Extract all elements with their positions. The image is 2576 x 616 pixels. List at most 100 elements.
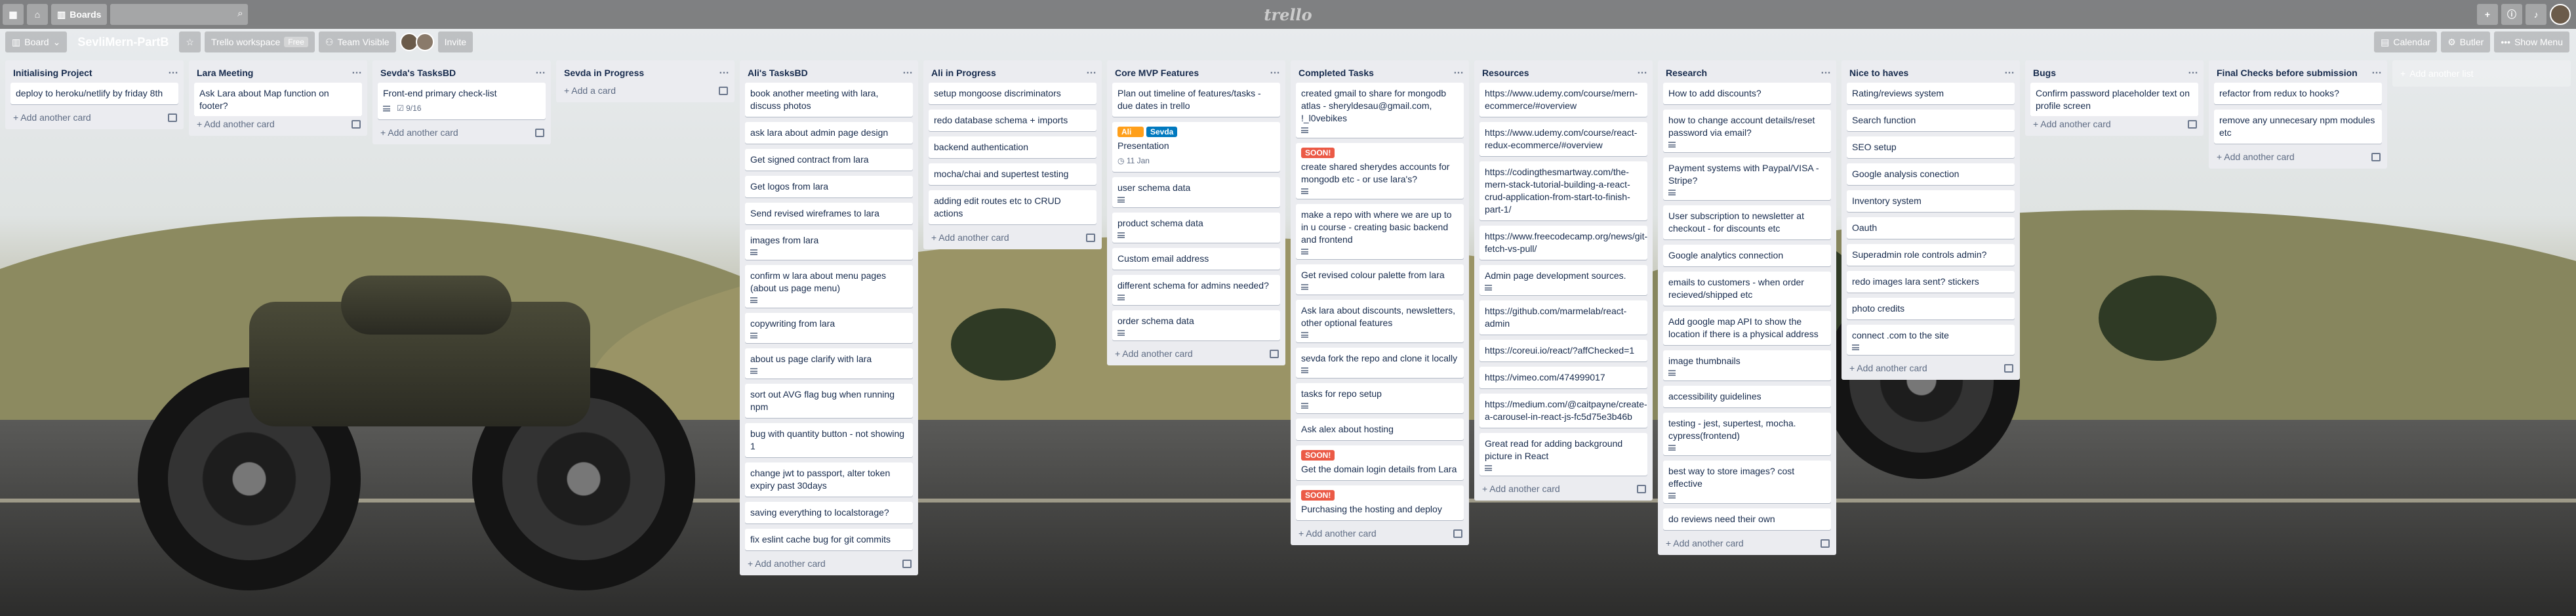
template-icon[interactable] xyxy=(1821,539,1830,548)
list-header[interactable]: Initialising Project … xyxy=(5,60,184,83)
card[interactable]: fix eslint cache bug for git commits xyxy=(745,529,913,550)
template-icon[interactable] xyxy=(535,128,544,137)
add-card-button[interactable]: + Add another card xyxy=(1115,348,1193,359)
list-title[interactable]: Core MVP Features xyxy=(1115,67,1199,79)
card[interactable]: connect .com to the site xyxy=(1847,325,2015,355)
card[interactable]: redo database schema + imports xyxy=(929,110,1097,131)
list-title[interactable]: Initialising Project xyxy=(13,67,92,79)
card[interactable]: how to change account details/reset pass… xyxy=(1663,110,1831,152)
boards-button[interactable]: ▥ Boards xyxy=(51,4,108,25)
card[interactable]: make a repo with where we are up to in u… xyxy=(1296,204,1464,259)
card[interactable]: Confirm password placeholder text on pro… xyxy=(2030,83,2198,116)
card-label[interactable]: SOON! xyxy=(1301,490,1335,501)
list-title[interactable]: Completed Tasks xyxy=(1298,67,1374,79)
more-icon[interactable]: … xyxy=(535,66,546,76)
list-title[interactable]: Bugs xyxy=(2033,67,2056,79)
card[interactable]: different schema for admins needed? xyxy=(1112,275,1280,305)
template-icon[interactable] xyxy=(2188,119,2197,129)
list-title[interactable]: Nice to haves xyxy=(1849,67,1908,79)
card[interactable]: Admin page development sources. xyxy=(1479,265,1647,295)
card[interactable]: refactor from redux to hooks? xyxy=(2214,83,2382,104)
card[interactable]: Rating/reviews system xyxy=(1847,83,2015,104)
list-title[interactable]: Research xyxy=(1666,67,1707,79)
card[interactable]: change jwt to passport, alter token expi… xyxy=(745,462,913,497)
card[interactable]: backend authentication xyxy=(929,136,1097,158)
card[interactable]: best way to store images? cost effective xyxy=(1663,461,1831,503)
more-icon[interactable]: … xyxy=(168,66,178,76)
add-card-button[interactable]: + Add another card xyxy=(13,112,91,123)
card[interactable]: Ali Sevda Presentation ◷ 11 Jan xyxy=(1112,122,1280,172)
list-header[interactable]: Resources… xyxy=(1474,60,1653,83)
list-header[interactable]: Research… xyxy=(1658,60,1836,83)
info-button[interactable]: ⓘ xyxy=(2501,4,2522,25)
card[interactable]: Send revised wireframes to lara xyxy=(745,203,913,224)
list-header[interactable]: Ali's TasksBD… xyxy=(740,60,918,83)
card[interactable]: Get logos from lara xyxy=(745,176,913,197)
card[interactable]: SOON! create shared sherydes accounts for… xyxy=(1296,143,1464,199)
card[interactable]: product schema data xyxy=(1112,213,1280,243)
template-icon[interactable] xyxy=(1637,484,1646,493)
card[interactable]: redo images lara sent? stickers xyxy=(1847,271,2015,293)
template-icon[interactable] xyxy=(902,559,912,568)
butler-button[interactable]: ⚙ Butler xyxy=(2441,31,2491,52)
template-icon[interactable] xyxy=(352,119,361,129)
invite-button[interactable]: Invite xyxy=(437,31,473,52)
board-view-switcher[interactable]: ▥ Board ⌄ xyxy=(5,31,68,52)
add-card-button[interactable]: + Add another card xyxy=(1849,363,1927,373)
list-title[interactable]: Sevda's TasksBD xyxy=(380,67,456,79)
more-icon[interactable]: … xyxy=(2371,66,2382,76)
card[interactable]: SOON! Purchasing the hosting and deploy xyxy=(1296,485,1464,520)
list-title[interactable]: Sevda in Progress xyxy=(564,67,644,79)
card[interactable]: photo credits xyxy=(1847,298,2015,319)
card[interactable]: https://codingthesmartway.com/the-mern-s… xyxy=(1479,161,1647,220)
board-title[interactable]: SevliMern-PartB xyxy=(71,35,175,49)
card[interactable]: Ask alex about hosting xyxy=(1296,419,1464,440)
card[interactable]: Custom email address xyxy=(1112,248,1280,270)
card[interactable]: accessibility guidelines xyxy=(1663,386,1831,407)
card[interactable]: Plan out timeline of features/tasks - du… xyxy=(1112,83,1280,117)
card[interactable]: sevda fork the repo and clone it locally xyxy=(1296,348,1464,378)
add-card-button[interactable]: + Add another card xyxy=(197,119,275,129)
card[interactable]: emails to customers - when order recieve… xyxy=(1663,272,1831,306)
card[interactable]: copywriting from lara xyxy=(745,313,913,343)
more-icon[interactable]: … xyxy=(902,66,913,76)
card[interactable]: bug with quantity button - not showing 1 xyxy=(745,423,913,457)
card[interactable]: about us page clarify with lara xyxy=(745,348,913,379)
card[interactable]: do reviews need their own xyxy=(1663,508,1831,530)
card[interactable]: saving everything to localstorage? xyxy=(745,502,913,524)
visibility-button[interactable]: ⚇ Team Visible xyxy=(318,31,396,52)
more-icon[interactable]: … xyxy=(2004,66,2015,76)
card[interactable]: https://www.udemy.com/course/mern-ecomme… xyxy=(1479,83,1647,117)
template-icon[interactable] xyxy=(1270,349,1279,358)
add-card-button[interactable]: + Add a card xyxy=(564,85,616,96)
list-header[interactable]: Ali in Progress … xyxy=(923,60,1102,83)
card[interactable]: sort out AVG flag bug when running npm xyxy=(745,384,913,418)
card[interactable]: https://github.com/marmelab/react-admin xyxy=(1479,300,1647,335)
card[interactable]: https://vimeo.com/474999017 xyxy=(1479,367,1647,388)
add-card-button[interactable]: + Add another card xyxy=(931,232,1009,243)
more-icon[interactable]: … xyxy=(2188,66,2198,76)
template-icon[interactable] xyxy=(1453,529,1462,538)
list-title[interactable]: Lara Meeting xyxy=(197,67,253,79)
card[interactable]: Get revised colour palette from lara xyxy=(1296,264,1464,295)
list-header[interactable]: Sevda's TasksBD … xyxy=(372,60,551,83)
card[interactable]: created gmail to share for mongodb atlas… xyxy=(1296,83,1464,138)
apps-button[interactable]: ▦ xyxy=(3,4,24,25)
card-label[interactable]: Sevda xyxy=(1146,127,1178,137)
card[interactable]: https://coreui.io/react/?affChecked=1 xyxy=(1479,340,1647,361)
card[interactable]: tasks for repo setup xyxy=(1296,383,1464,413)
card[interactable]: Oauth xyxy=(1847,217,2015,239)
list-header[interactable]: Lara Meeting… xyxy=(189,60,367,83)
card[interactable]: Search function xyxy=(1847,110,2015,131)
card[interactable]: https://www.freecodecamp.org/news/git-fe… xyxy=(1479,226,1647,260)
list-title[interactable]: Ali in Progress xyxy=(931,67,996,79)
template-icon[interactable] xyxy=(1086,233,1095,242)
card[interactable]: adding edit routes etc to CRUD actions xyxy=(929,190,1097,224)
create-button[interactable]: + xyxy=(2477,4,2498,25)
more-icon[interactable]: … xyxy=(1086,66,1097,76)
list-header[interactable]: Completed Tasks… xyxy=(1291,60,1469,83)
add-card-button[interactable]: + Add another card xyxy=(2033,119,2111,129)
card[interactable]: Get signed contract from lara xyxy=(745,149,913,171)
user-avatar[interactable] xyxy=(2550,4,2571,25)
card[interactable]: How to add discounts? xyxy=(1663,83,1831,104)
